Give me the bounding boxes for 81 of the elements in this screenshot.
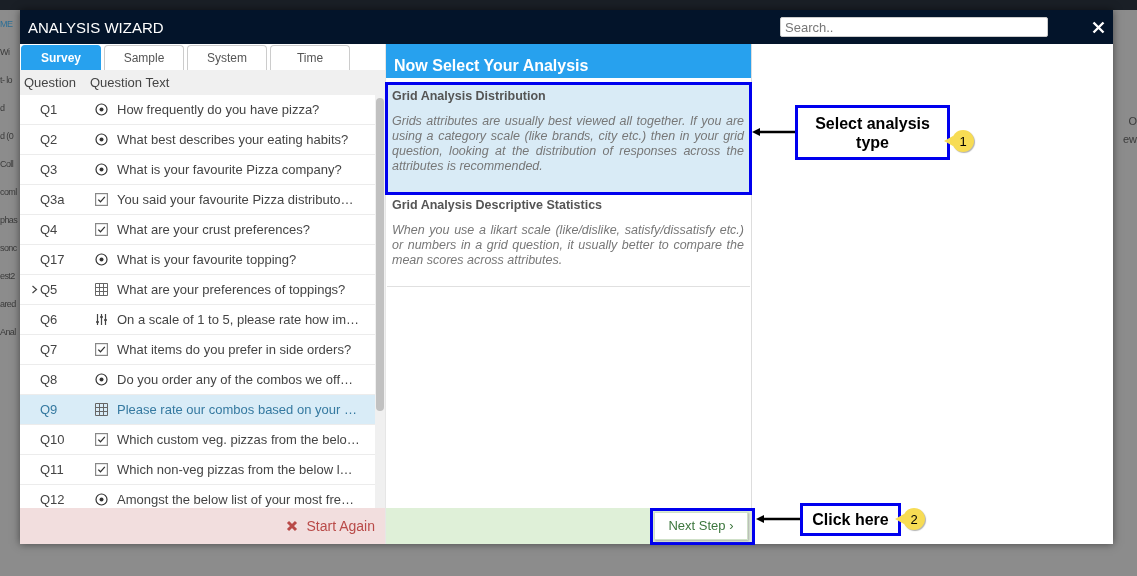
- background-text: est2: [0, 270, 15, 283]
- arrow-icon: [752, 127, 795, 137]
- search-field[interactable]: Search..: [780, 17, 1048, 37]
- question-number: Q7: [40, 342, 59, 357]
- question-number: Q4: [40, 222, 59, 237]
- question-text[interactable]: Amongst the below list of your most fre…: [117, 492, 354, 507]
- background-text: Coll: [0, 158, 14, 171]
- question-number: Q2: [40, 132, 59, 147]
- question-text[interactable]: What best describes your eating habits?: [117, 132, 349, 147]
- column-header: Question: [23, 75, 78, 90]
- question-text[interactable]: Which custom veg. pizzas from the belo…: [117, 432, 360, 447]
- background-text: coml: [0, 186, 17, 199]
- checkbox-icon: [95, 343, 108, 356]
- question-text[interactable]: What items do you prefer in side orders?: [117, 342, 352, 357]
- question-number: Q11: [40, 462, 65, 477]
- checkbox-icon: [95, 463, 108, 476]
- checkbox-icon: [95, 223, 108, 236]
- question-number: Q3: [40, 162, 59, 177]
- background-text: ared: [0, 298, 16, 311]
- callout-box: Select analysis type: [795, 105, 950, 160]
- radio-icon: [95, 373, 108, 386]
- option-description: Grids attributes are usually best viewed all together. If you are using a category scale (like brands, city etc.) then in your grid question, looking at the distribution of responses across the attributes is recommended.: [392, 114, 744, 174]
- option-title: Grid Analysis Descriptive Statistics: [392, 198, 604, 212]
- radio-icon: [95, 493, 108, 506]
- question-number: Q1: [40, 102, 59, 117]
- tab[interactable]: Time: [270, 45, 350, 70]
- close-icon: [285, 520, 298, 532]
- close-icon[interactable]: [1092, 20, 1105, 34]
- chevron-right-icon[interactable]: [31, 285, 38, 294]
- background-text: ME: [0, 18, 13, 31]
- question-text[interactable]: Do you order any of the combos we off…: [117, 372, 354, 387]
- panel-heading: Now Select Your Analysis: [386, 44, 751, 78]
- question-number: Q12: [40, 492, 66, 507]
- checkbox-icon: [95, 193, 108, 206]
- question-text[interactable]: Please rate our combos based on your …: [117, 402, 357, 417]
- question-text[interactable]: What are your preferences of toppings?: [117, 282, 346, 297]
- arrow-icon: [756, 514, 800, 524]
- analysis-option[interactable]: [387, 84, 750, 193]
- option-description: When you use a likart scale (like/dislike, satisfy/dissatisfy etc.) or numbers in a grid question, it usually better to compare the mean scores across attributes.: [392, 223, 744, 268]
- analysis-option[interactable]: Grid Analysis Descriptive Statistics When you use a likart scale (like/dislike, satisfy/dissatisfy etc.) or numbers in a grid question, it usually better to compare the mean scores across attributes.: [387, 193, 750, 287]
- question-text[interactable]: Which non-veg pizzas from the below l…: [117, 462, 353, 477]
- tab[interactable]: System: [187, 45, 267, 70]
- question-text[interactable]: What are your crust preferences?: [117, 222, 310, 237]
- question-text[interactable]: You said your favourite Pizza distributo…: [117, 192, 354, 207]
- radio-icon: [95, 103, 108, 116]
- start-again-button[interactable]: Start Again: [283, 516, 377, 536]
- background-text: Anal: [0, 326, 16, 339]
- radio-icon: [95, 253, 108, 266]
- question-number: Q8: [40, 372, 59, 387]
- grid-icon: [95, 283, 108, 296]
- grid-icon: [95, 403, 108, 416]
- column-header: Question Text: [90, 75, 170, 90]
- question-text[interactable]: What is your favourite topping?: [117, 252, 297, 267]
- background-text: O: [1128, 115, 1137, 127]
- checkbox-icon: [95, 433, 108, 446]
- tab[interactable]: Sample: [104, 45, 184, 70]
- radio-icon: [95, 133, 108, 146]
- question-number: Q5: [40, 282, 59, 297]
- question-number: Q3a: [40, 192, 66, 207]
- next-step-button[interactable]: Next Step ›: [654, 511, 748, 540]
- radio-icon: [95, 163, 108, 176]
- sliders-icon: [95, 313, 108, 326]
- background-text: ew: [1122, 133, 1137, 145]
- question-number: Q10: [40, 432, 66, 447]
- background-text: phas: [0, 214, 18, 227]
- question-text[interactable]: On a scale of 1 to 5, please rate how im…: [117, 312, 360, 327]
- background-text: d (0: [0, 130, 14, 143]
- option-title: Grid Analysis Distribution: [392, 89, 547, 103]
- background-text: d: [0, 102, 5, 115]
- question-number: Q17: [40, 252, 66, 267]
- background-text: sonc: [0, 242, 17, 255]
- question-row[interactable]: Q9 Please rate our combos based on your …: [20, 395, 375, 425]
- background-text: t- lo: [0, 74, 12, 87]
- question-text[interactable]: How frequently do you have pizza?: [117, 102, 320, 117]
- scrollbar[interactable]: [375, 95, 385, 508]
- window-title: ANALYSIS WIZARD: [28, 18, 165, 36]
- question-number: Q9: [40, 402, 59, 417]
- background-text: Wi: [0, 46, 10, 59]
- callout-box: Click here: [800, 503, 901, 536]
- question-number: Q6: [40, 312, 59, 327]
- question-text[interactable]: What is your favourite Pizza company?: [117, 162, 342, 177]
